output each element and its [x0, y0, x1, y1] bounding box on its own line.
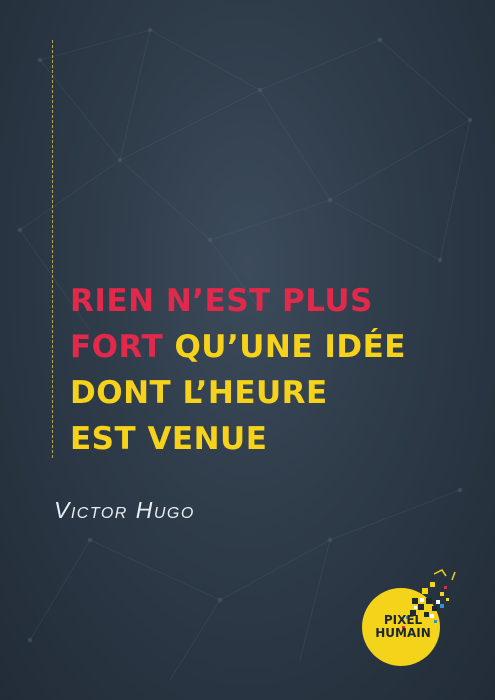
pixel-humain-logo: PIXEL HUMAIN — [362, 568, 462, 678]
quote-line-1: RIEN N’EST PLUS — [70, 283, 373, 319]
quote-line-2-red: FORT — [70, 329, 164, 365]
quote-line-4: EST VENUE — [70, 421, 268, 457]
quote-line-2-yellow: QU’UNE IDÉE — [163, 329, 406, 365]
quote-text: RIEN N’EST PLUS FORT QU’UNE IDÉE DONT L’… — [70, 278, 470, 462]
quote-line-2: FORT QU’UNE IDÉE — [70, 324, 470, 370]
quote-poster: RIEN N’EST PLUS FORT QU’UNE IDÉE DONT L’… — [0, 0, 495, 700]
author-name: Victor Hugo — [54, 497, 195, 523]
logo-line-2: HUMAIN — [375, 626, 431, 640]
vertical-dashed-divider — [52, 40, 53, 458]
logo-text: PIXEL HUMAIN — [368, 614, 438, 640]
quote-line-3: DONT L’HEURE — [70, 375, 328, 411]
